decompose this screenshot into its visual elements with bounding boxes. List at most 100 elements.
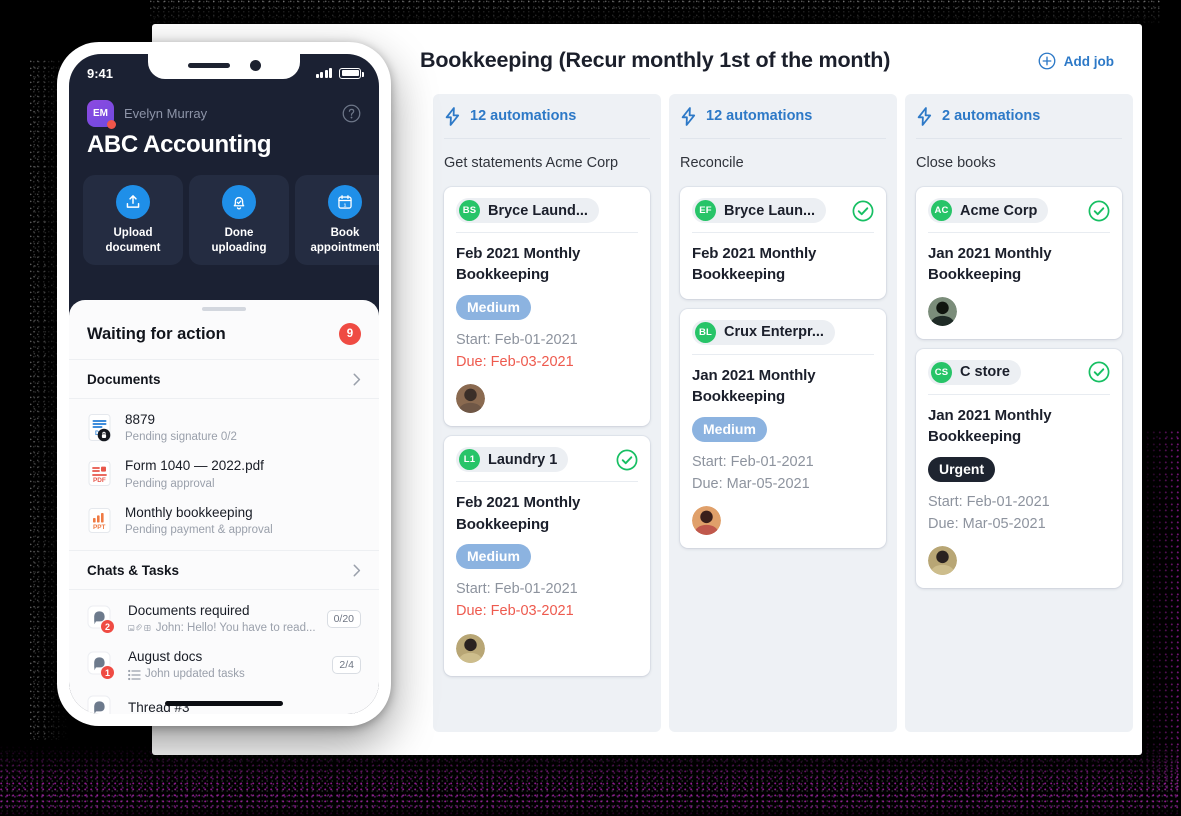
job-card[interactable]: AC Acme Corp Jan 2021 Monthly Bookkeeping (916, 187, 1122, 339)
battery-icon (339, 67, 364, 79)
automations-row[interactable]: 2 automations (916, 94, 1122, 139)
sheet-title: Waiting for action (87, 324, 226, 343)
card-title: Feb 2021 Monthly Bookkeeping (456, 245, 581, 284)
card-title: Jan 2021 Monthly Bookkeeping (928, 406, 1052, 446)
client-pill[interactable]: L1 Laundry 1 (456, 447, 569, 473)
client-name: Bryce Laund... (488, 202, 588, 219)
status-time: 9:41 (87, 65, 114, 81)
chats-section-header[interactable]: Chats & Tasks (69, 549, 379, 590)
quick-action-done[interactable]: Done uploading (189, 175, 289, 265)
upload-icon (126, 195, 140, 209)
card-header: BS Bryce Laund... (456, 198, 638, 233)
priority-badge: Medium (456, 294, 531, 320)
card-list: EF Bryce Laun... Feb 2021 Monthly Bookkeep… (680, 187, 886, 549)
job-card[interactable]: BL Crux Enterpr... Jan 2021 Monthly Bookke… (680, 308, 886, 549)
assignee-avatar-0-0[interactable] (456, 384, 485, 414)
client-pill[interactable]: CS C store (928, 359, 1021, 385)
phone-mockup: 9:41 EM Evelyn Murray ABC Accounting Upl… (57, 42, 391, 726)
chevron-right-icon (353, 564, 361, 577)
priority-badge: Urgent (928, 456, 996, 482)
due-date: Due: Mar-05-2021 (692, 475, 810, 492)
quick-action-line2: document (105, 241, 161, 254)
client-name: Acme Corp (960, 202, 1038, 219)
documents-section-header[interactable]: Documents (69, 360, 379, 399)
client-pill[interactable]: BS Bryce Laund... (456, 198, 599, 223)
document-name: 8879 (125, 412, 156, 427)
client-name: C store (960, 364, 1010, 381)
status-dot-icon (107, 120, 116, 129)
assignee-avatar-2-0[interactable] (928, 296, 957, 326)
automations-label: 2 automations (942, 108, 1041, 124)
quick-action-book[interactable]: 1 Book appointment (295, 175, 379, 265)
start-date: Start: Feb-01-2021 (928, 493, 1050, 510)
card-list: BS Bryce Laund... Feb 2021 Monthly Bookkee… (444, 187, 650, 676)
documents-list: DOC 8879 Pending signature 0/2 PDF Form 1040… (69, 399, 379, 544)
avatar[interactable]: EM (87, 100, 116, 129)
start-date: Start: Feb-01-2021 (456, 581, 578, 598)
documents-section-label: Documents (87, 372, 161, 387)
document-list-item[interactable]: DOC 8879 Pending signature 0/2 (69, 405, 379, 451)
quick-action-label: Upload document (106, 226, 161, 255)
assignee-avatar-1-1[interactable] (692, 506, 721, 536)
chat-text: August docs John updated tasks (128, 648, 321, 682)
chat-text: Documents required John: Hello! You have … (128, 602, 316, 636)
client-pill[interactable]: EF Bryce Laun... (692, 198, 827, 223)
noise-fringe-bottom (0, 745, 1181, 816)
document-text: 8879 Pending signature 0/2 (125, 411, 361, 445)
chat-bubble-icon (87, 695, 111, 714)
document-text: Monthly bookkeeping Pending payment & app… (125, 504, 361, 538)
add-job-label: Add job (1063, 53, 1114, 69)
job-card[interactable]: BS Bryce Laund... Feb 2021 Monthly Bookkee… (444, 187, 650, 427)
svg-text:PDF: PDF (93, 477, 106, 484)
chat-bubble-icon-wrap (87, 695, 117, 714)
automations-label: 12 automations (470, 108, 577, 124)
client-pill[interactable]: BL Crux Enterpr... (692, 319, 835, 345)
card-header: CS C store (928, 359, 1110, 395)
noise-fringe-top (150, 0, 1160, 26)
upload-icon-wrap (116, 185, 150, 220)
client-initials-avatar: BS (459, 200, 480, 221)
chat-preview: John updated tasks (128, 666, 321, 682)
job-card[interactable]: EF Bryce Laun... Feb 2021 Monthly Bookkeep… (680, 187, 886, 299)
help-icon[interactable] (342, 104, 361, 123)
sheet-header: Waiting for action 9 (69, 311, 379, 360)
ppt-icon: PPT (88, 507, 111, 533)
assignee-avatar-0-1[interactable] (456, 633, 485, 663)
chat-list-item[interactable]: 2 Documents required John: Hello! You have… (69, 596, 379, 642)
plus-circle-icon (1038, 52, 1056, 70)
bell-check-icon-wrap (222, 185, 256, 220)
card-title: Jan 2021 Monthly Bookkeeping (692, 366, 816, 406)
due-date: Due: Feb-03-2021 (456, 603, 574, 619)
column-title: Reconcile (680, 155, 744, 171)
document-list-item[interactable]: PDF Form 1040 — 2022.pdf Pending approval (69, 451, 379, 497)
bottom-sheet: Waiting for action 9 Documents DOC 8879 Pe… (69, 300, 379, 714)
chats-section-label: Chats & Tasks (87, 562, 180, 578)
quick-action-label: Book appointment (311, 226, 380, 255)
waiting-count-badge: 9 (339, 323, 361, 345)
unread-badge: 2 (100, 619, 115, 635)
lightning-bolt-icon (917, 106, 932, 126)
pdf-icon: PDF (88, 461, 111, 487)
automations-row[interactable]: 12 automations (444, 94, 650, 139)
quick-action-upload[interactable]: Upload document (83, 175, 183, 265)
job-card[interactable]: CS C store Jan 2021 Monthly Bookkeeping Urg… (916, 348, 1122, 589)
document-status: Pending signature 0/2 (125, 431, 237, 444)
page-title: Bookkeeping (Recur monthly 1st of the mo… (420, 48, 891, 72)
add-job-button[interactable]: Add job (1038, 52, 1114, 70)
client-initials-avatar: AC (931, 200, 952, 221)
user-name: Evelyn Murray (124, 106, 208, 121)
chat-list-item[interactable]: 1 August docs John updated tasks 2/4 (69, 642, 379, 688)
avatar-initials: EM (93, 108, 108, 119)
client-initials-avatar: CS (931, 361, 952, 383)
automations-row[interactable]: 12 automations (680, 94, 886, 139)
client-pill[interactable]: AC Acme Corp (928, 198, 1049, 223)
document-list-item[interactable]: PPT Monthly bookkeeping Pending payment & … (69, 498, 379, 544)
client-initials-avatar: BL (695, 321, 716, 343)
kanban-column: 12 automations Reconcile EF Bryce Laun... Fe… (669, 94, 897, 732)
assignee-avatar-2-1[interactable] (928, 546, 957, 576)
card-header: EF Bryce Laun... (692, 198, 874, 233)
quick-action-line1: Done (224, 227, 254, 240)
job-card[interactable]: L1 Laundry 1 Feb 2021 Monthly Bookkeeping M… (444, 436, 650, 676)
chats-list: 2 Documents required John: Hello! You have… (69, 590, 379, 714)
check-circle-icon (1088, 200, 1110, 221)
